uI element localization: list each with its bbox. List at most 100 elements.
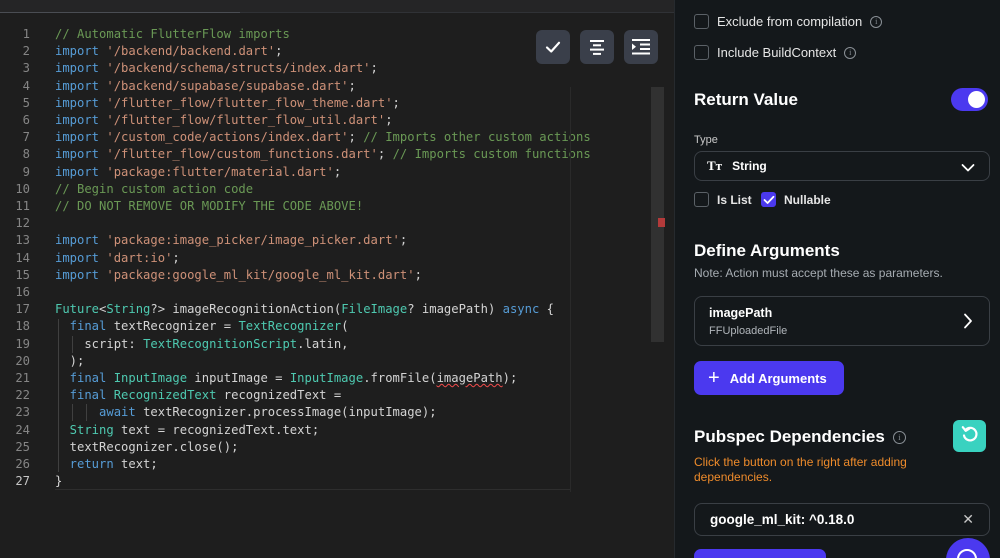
code-editor[interactable]: 1 // Automatic FlutterFlow imports 2 import… <box>0 0 674 558</box>
format-indent-icon <box>631 38 651 56</box>
code-line[interactable]: 23 await textRecognizer.processImage(inp… <box>0 404 660 421</box>
line-number: 16 <box>15 285 30 299</box>
add-arguments-label: Add Arguments <box>729 370 827 386</box>
indent-guide <box>72 404 73 421</box>
line-number: 3 <box>22 61 30 76</box>
code-token: script: <box>55 336 144 351</box>
line-number: 17 <box>15 302 30 317</box>
format-code-button[interactable] <box>580 30 614 64</box>
code-text: // DO NOT REMOVE OR MODIFY THE CODE ABOV… <box>55 198 363 215</box>
code-token: '/flutter_flow/flutter_flow_theme.dart' <box>106 95 393 110</box>
line-number: 19 <box>15 336 30 351</box>
code-token: } <box>55 474 63 489</box>
code-text: import '/flutter_flow/flutter_flow_theme… <box>55 95 400 112</box>
code-token: import <box>55 78 107 93</box>
code-line[interactable]: 14 import 'dart:io'; <box>0 250 660 267</box>
info-icon[interactable]: i <box>870 15 883 28</box>
line-number: 22 <box>15 388 30 403</box>
code-line[interactable]: 15 import 'package:google_ml_kit/google_m… <box>0 267 660 284</box>
code-token: 'dart:io' <box>106 250 173 265</box>
save-code-button[interactable] <box>536 30 570 64</box>
code-token: import <box>55 95 107 110</box>
code-token: { <box>539 302 554 317</box>
code-line[interactable]: 17 Future<String?> imageRecognitionAction… <box>0 301 660 318</box>
code-token: RecognizedText <box>113 388 217 403</box>
indent-guide <box>72 336 73 353</box>
add-dependency-button[interactable] <box>694 549 826 558</box>
code-line[interactable]: 25 textRecognizer.close(); <box>0 439 660 456</box>
info-icon[interactable]: i <box>844 46 857 59</box>
code-token: ; <box>275 44 283 59</box>
code-token: // Automatic FlutterFlow imports <box>55 27 290 41</box>
code-line[interactable]: 5 import '/flutter_flow/flutter_flow_them… <box>0 95 660 112</box>
code-line[interactable]: 10 // Begin custom action code <box>0 181 660 198</box>
code-text: import 'package:image_picker/image_picke… <box>55 232 407 249</box>
code-token: InputImage <box>113 371 188 385</box>
vertical-scrollbar[interactable] <box>651 87 664 342</box>
close-icon[interactable]: ✕ <box>962 511 974 528</box>
code-line[interactable]: 16 <box>0 284 660 301</box>
type-label: Type <box>694 134 718 146</box>
check-icon <box>763 195 774 204</box>
code-text: // Begin custom action code <box>55 181 253 198</box>
code-line[interactable]: 24 String text = recognizedText.text; <box>0 422 660 439</box>
type-select[interactable]: Tт String <box>694 151 990 181</box>
exclude-from-compilation-row[interactable]: Exclude from compilation i <box>694 14 883 29</box>
code-line[interactable]: 6 import '/flutter_flow/flutter_flow_util… <box>0 112 660 129</box>
code-token: // DO NOT REMOVE OR MODIFY THE CODE ABOV… <box>55 199 364 213</box>
include-build-context-row[interactable]: Include BuildContext i <box>694 45 857 60</box>
code-line[interactable]: 13 import 'package:image_picker/image_pic… <box>0 232 660 249</box>
code-token: TextRecognizer <box>238 319 342 334</box>
code-text: import '/flutter_flow/custom_functions.d… <box>55 146 591 163</box>
code-line[interactable]: 27} <box>0 473 660 490</box>
code-text: import '/flutter_flow/flutter_flow_util.… <box>55 112 393 129</box>
code-token: await <box>55 405 144 420</box>
code-token: import <box>55 164 107 179</box>
is-list-checkbox[interactable] <box>694 192 709 207</box>
nullable-row[interactable]: Nullable <box>761 192 831 207</box>
code-line[interactable]: 11 // DO NOT REMOVE OR MODIFY THE CODE AB… <box>0 198 660 215</box>
pubspec-warning: Click the button on the right after addi… <box>694 455 907 484</box>
code-token: import <box>55 61 107 76</box>
help-chat-button[interactable] <box>946 538 990 558</box>
code-token: '/backend/backend.dart' <box>106 44 276 59</box>
line-number: 27 <box>15 474 30 489</box>
code-line[interactable]: 19 script: TextRecognitionScript.latin, <box>0 336 660 353</box>
code-token: String <box>55 422 122 437</box>
code-text: script: TextRecognitionScript.latin, <box>55 336 348 353</box>
refresh-dependencies-button[interactable] <box>953 420 986 452</box>
include-build-context-checkbox[interactable] <box>694 45 709 60</box>
code-line[interactable]: 4 import '/backend/supabase/supabase.dart… <box>0 78 660 95</box>
current-line-highlight <box>55 489 570 490</box>
exclude-from-compilation-checkbox[interactable] <box>694 14 709 29</box>
code-token: ; <box>399 233 408 248</box>
code-line[interactable]: 12 <box>0 215 660 232</box>
refresh-icon <box>960 424 980 449</box>
code-text: return text; <box>55 456 158 473</box>
info-icon[interactable]: i <box>892 430 906 444</box>
code-text: import 'package:google_ml_kit/google_ml_… <box>55 267 422 284</box>
code-line[interactable]: 26 return text; <box>0 456 660 473</box>
code-line[interactable]: 9 import 'package:flutter/material.dart'; <box>0 164 660 181</box>
is-list-row[interactable]: Is List <box>694 192 752 207</box>
code-line[interactable]: 8 import '/flutter_flow/custom_functions.… <box>0 146 660 163</box>
add-arguments-button[interactable]: + Add Arguments <box>694 361 844 395</box>
check-icon <box>544 38 562 56</box>
indent-code-button[interactable] <box>624 30 658 64</box>
code-token: textRecognizer = <box>113 319 239 334</box>
code-line[interactable]: 18 final textRecognizer = TextRecognizer… <box>0 318 660 335</box>
code-token: 'package:google_ml_kit/google_ml_kit.dar… <box>106 267 415 282</box>
code-line[interactable]: 20 ); <box>0 353 660 370</box>
dependency-input[interactable]: google_ml_kit: ^0.18.0 ✕ <box>694 503 990 536</box>
line-number: 18 <box>15 319 30 334</box>
argument-card[interactable]: imagePath FFUploadedFile <box>694 296 990 346</box>
nullable-checkbox[interactable] <box>761 192 776 207</box>
code-token: ?> imageRecognitionAction( <box>150 302 342 317</box>
code-line[interactable]: 22 final RecognizedText recognizedText = <box>0 387 660 404</box>
pubspec-dependencies-title: Pubspec Dependencies <box>694 427 885 446</box>
code-line[interactable]: 7 import '/custom_code/actions/index.dart… <box>0 129 660 146</box>
return-value-toggle[interactable] <box>951 88 988 111</box>
code-token: // Imports custom functions <box>392 147 591 162</box>
code-line[interactable]: 21 final InputImage inputImage = InputIm… <box>0 370 660 387</box>
code-text: import '/backend/schema/structs/index.da… <box>55 60 378 77</box>
